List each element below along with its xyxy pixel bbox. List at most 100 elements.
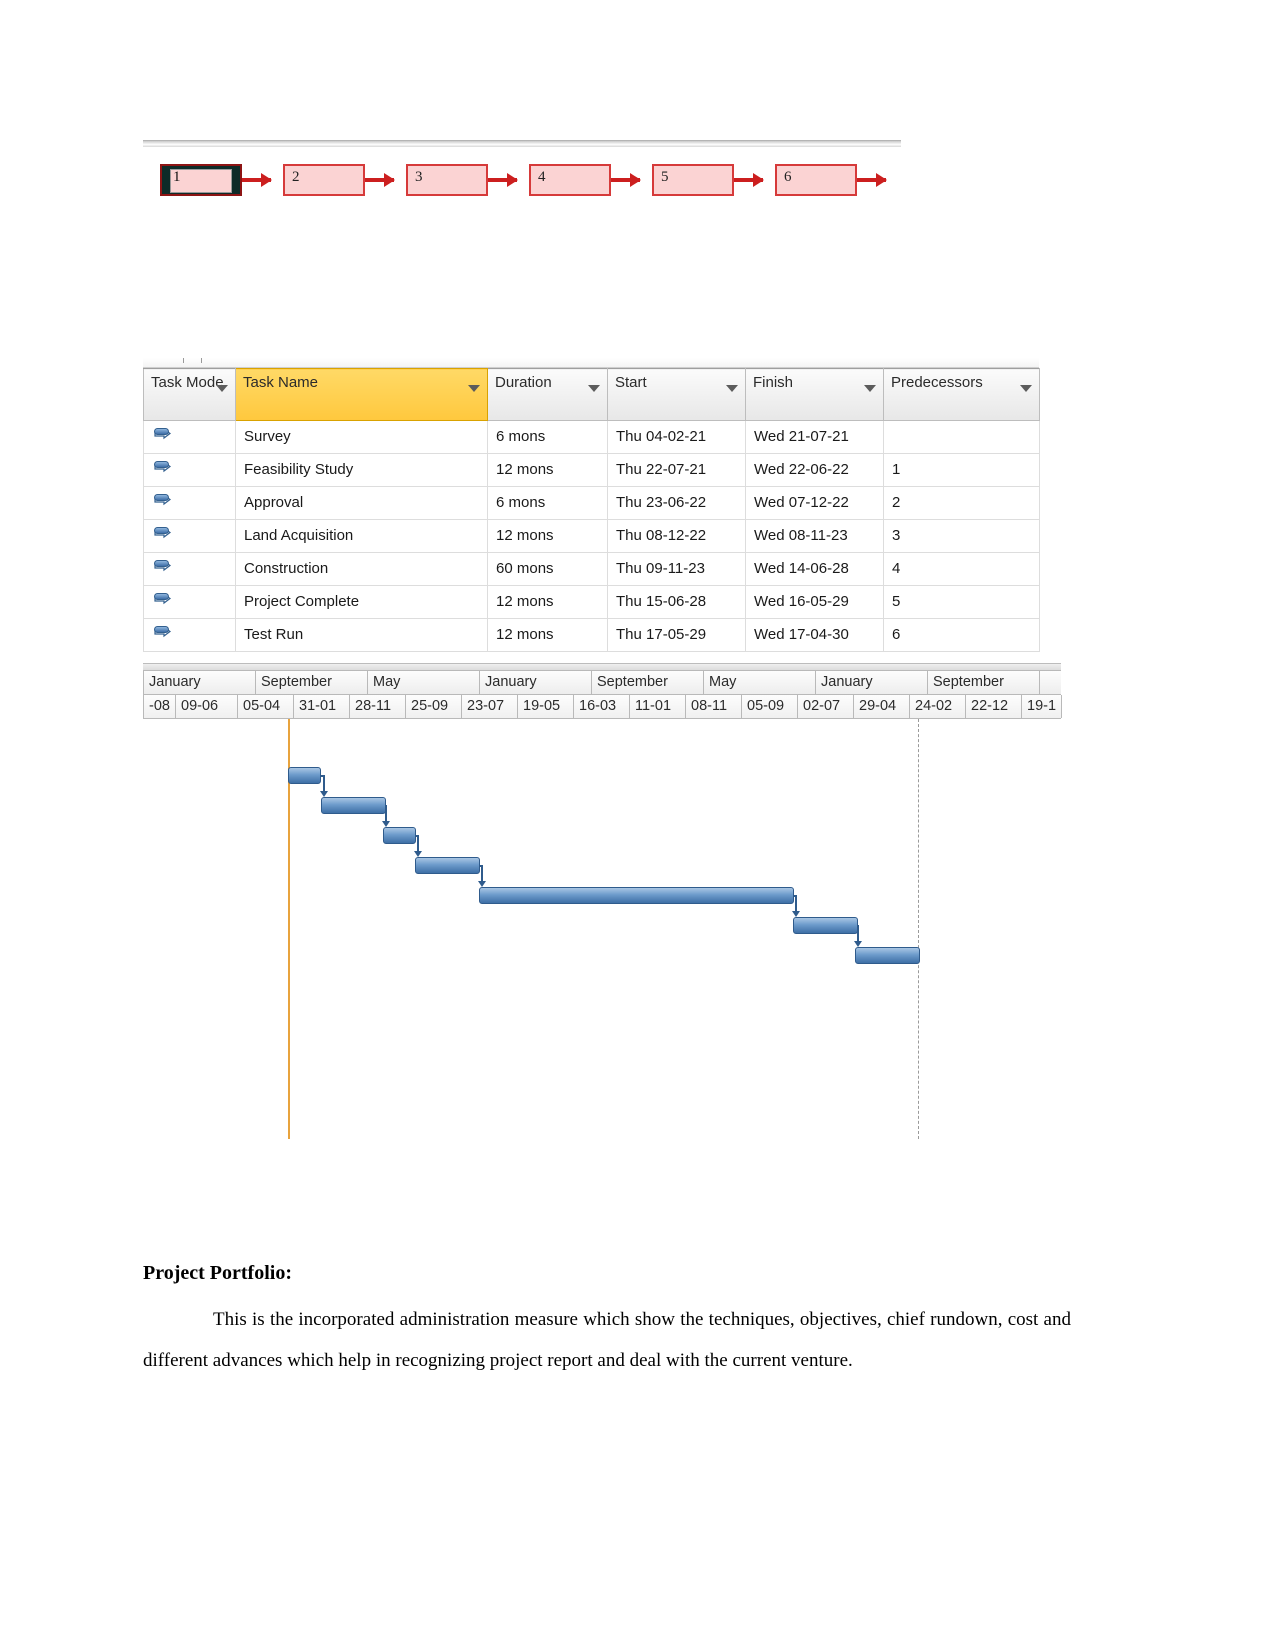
- cell-start[interactable]: Thu 22-07-21: [607, 453, 746, 487]
- timeline-week-cell: 29-04: [854, 695, 910, 718]
- cell-duration[interactable]: 6 mons: [487, 486, 608, 520]
- cell-task-name[interactable]: Feasibility Study: [235, 453, 488, 487]
- cell-task-name-text: Construction: [244, 560, 329, 577]
- cell-task-name-text: Test Run: [244, 626, 304, 643]
- table-row[interactable]: Construction 60 mons Thu 09-11-23 Wed 14-06…: [143, 552, 1040, 586]
- cell-task-mode[interactable]: [143, 453, 236, 487]
- cell-start[interactable]: Thu 17-05-29: [607, 618, 746, 652]
- cell-duration[interactable]: 12 mons: [487, 618, 608, 652]
- filter-caret-icon[interactable]: [1020, 385, 1032, 392]
- table-row[interactable]: Survey 6 mons Thu 04-02-21 Wed 21-07-21: [143, 420, 1040, 454]
- network-node-5[interactable]: 5: [652, 164, 734, 196]
- gantt-bar[interactable]: [793, 917, 858, 934]
- cell-start[interactable]: Thu 04-02-21: [607, 420, 746, 454]
- cell-duration[interactable]: 6 mons: [487, 420, 608, 454]
- cell-finish[interactable]: Wed 22-06-22: [745, 453, 884, 487]
- cell-task-name-text: Survey: [244, 428, 291, 445]
- column-header-finish-label: Finish: [753, 374, 794, 391]
- cell-duration[interactable]: 12 mons: [487, 519, 608, 553]
- cell-task-name[interactable]: Construction: [235, 552, 488, 586]
- cell-predecessors-text: 6: [892, 626, 901, 643]
- auto-schedule-icon: [154, 460, 176, 480]
- gantt-bar[interactable]: [855, 947, 920, 964]
- column-header-task-mode[interactable]: Task Mode: [143, 368, 236, 421]
- cell-predecessors[interactable]: [883, 420, 1040, 454]
- cell-start-text: Thu 04-02-21: [616, 428, 707, 445]
- cell-finish[interactable]: Wed 14-06-28: [745, 552, 884, 586]
- cell-start[interactable]: Thu 23-06-22: [607, 486, 746, 520]
- cell-start[interactable]: Thu 08-12-22: [607, 519, 746, 553]
- cell-predecessors-text: 2: [892, 494, 901, 511]
- cell-finish[interactable]: Wed 17-04-30: [745, 618, 884, 652]
- gantt-bar[interactable]: [415, 857, 480, 874]
- column-header-task-name[interactable]: Task Name: [235, 368, 488, 421]
- cell-task-name[interactable]: Survey: [235, 420, 488, 454]
- filter-caret-icon[interactable]: [588, 385, 600, 392]
- cell-task-mode[interactable]: [143, 585, 236, 619]
- filter-caret-icon[interactable]: [468, 385, 480, 392]
- section-paragraph: This is the incorporated administration …: [143, 1309, 1071, 1371]
- gantt-bar[interactable]: [288, 767, 321, 784]
- cell-predecessors[interactable]: 6: [883, 618, 1040, 652]
- cell-finish[interactable]: Wed 07-12-22: [745, 486, 884, 520]
- network-link-arrow-icon: [488, 173, 518, 187]
- cell-task-name[interactable]: Land Acquisition: [235, 519, 488, 553]
- cell-task-name[interactable]: Approval: [235, 486, 488, 520]
- network-node-label: 2: [292, 169, 300, 185]
- cell-start[interactable]: Thu 15-06-28: [607, 585, 746, 619]
- table-top-ruler: [143, 358, 1039, 368]
- timeline-week-cell: 16-03: [574, 695, 630, 718]
- cell-task-mode[interactable]: [143, 519, 236, 553]
- gantt-bar[interactable]: [321, 797, 386, 814]
- table-row[interactable]: Test Run 12 mons Thu 17-05-29 Wed 17-04-30 6: [143, 618, 1040, 652]
- column-header-finish[interactable]: Finish: [745, 368, 884, 421]
- filter-caret-icon[interactable]: [726, 385, 738, 392]
- cell-start-text: Thu 22-07-21: [616, 461, 707, 478]
- timeline-week-cell: 09-06: [176, 695, 238, 718]
- table-row[interactable]: Land Acquisition 12 mons Thu 08-12-22 Wed 0…: [143, 519, 1040, 553]
- timeline-week-cell: 25-09: [406, 695, 462, 718]
- cell-predecessors[interactable]: 5: [883, 585, 1040, 619]
- auto-schedule-icon: [154, 526, 176, 546]
- gantt-bar[interactable]: [479, 887, 794, 904]
- column-header-start[interactable]: Start: [607, 368, 746, 421]
- cell-task-mode[interactable]: [143, 420, 236, 454]
- cell-task-mode[interactable]: [143, 618, 236, 652]
- cell-task-mode[interactable]: [143, 486, 236, 520]
- cell-duration[interactable]: 60 mons: [487, 552, 608, 586]
- network-node-3[interactable]: 3: [406, 164, 488, 196]
- cell-start[interactable]: Thu 09-11-23: [607, 552, 746, 586]
- filter-caret-icon[interactable]: [864, 385, 876, 392]
- cell-task-mode[interactable]: [143, 552, 236, 586]
- network-node-1[interactable]: 1: [160, 164, 242, 196]
- table-row[interactable]: Project Complete 12 mons Thu 15-06-28 Wed 1…: [143, 585, 1040, 619]
- column-header-duration[interactable]: Duration: [487, 368, 608, 421]
- table-row[interactable]: Feasibility Study 12 mons Thu 22-07-21 Wed …: [143, 453, 1040, 487]
- cell-finish[interactable]: Wed 21-07-21: [745, 420, 884, 454]
- cell-task-name[interactable]: Project Complete: [235, 585, 488, 619]
- cell-duration[interactable]: 12 mons: [487, 453, 608, 487]
- auto-schedule-icon: [154, 625, 176, 645]
- filter-caret-icon[interactable]: [216, 385, 228, 392]
- column-header-predecessors[interactable]: Predecessors: [883, 368, 1040, 421]
- cell-finish-text: Wed 08-11-23: [754, 527, 848, 544]
- cell-finish[interactable]: Wed 08-11-23: [745, 519, 884, 553]
- cell-finish[interactable]: Wed 16-05-29: [745, 585, 884, 619]
- auto-schedule-icon: [154, 427, 176, 447]
- cell-task-name[interactable]: Test Run: [235, 618, 488, 652]
- timeline-week-cell: 05-04: [238, 695, 294, 718]
- cell-duration-text: 12 mons: [496, 593, 554, 610]
- table-row[interactable]: Approval 6 mons Thu 23-06-22 Wed 07-12-22 2: [143, 486, 1040, 520]
- cell-duration[interactable]: 12 mons: [487, 585, 608, 619]
- gantt-bar[interactable]: [383, 827, 416, 844]
- cell-predecessors[interactable]: 1: [883, 453, 1040, 487]
- cell-start-text: Thu 09-11-23: [616, 560, 705, 577]
- network-node-4[interactable]: 4: [529, 164, 611, 196]
- network-node-label: 4: [538, 169, 546, 185]
- cell-predecessors[interactable]: 3: [883, 519, 1040, 553]
- cell-predecessors[interactable]: 4: [883, 552, 1040, 586]
- cell-duration-text: 60 mons: [496, 560, 554, 577]
- cell-predecessors[interactable]: 2: [883, 486, 1040, 520]
- network-node-2[interactable]: 2: [283, 164, 365, 196]
- network-node-6[interactable]: 6: [775, 164, 857, 196]
